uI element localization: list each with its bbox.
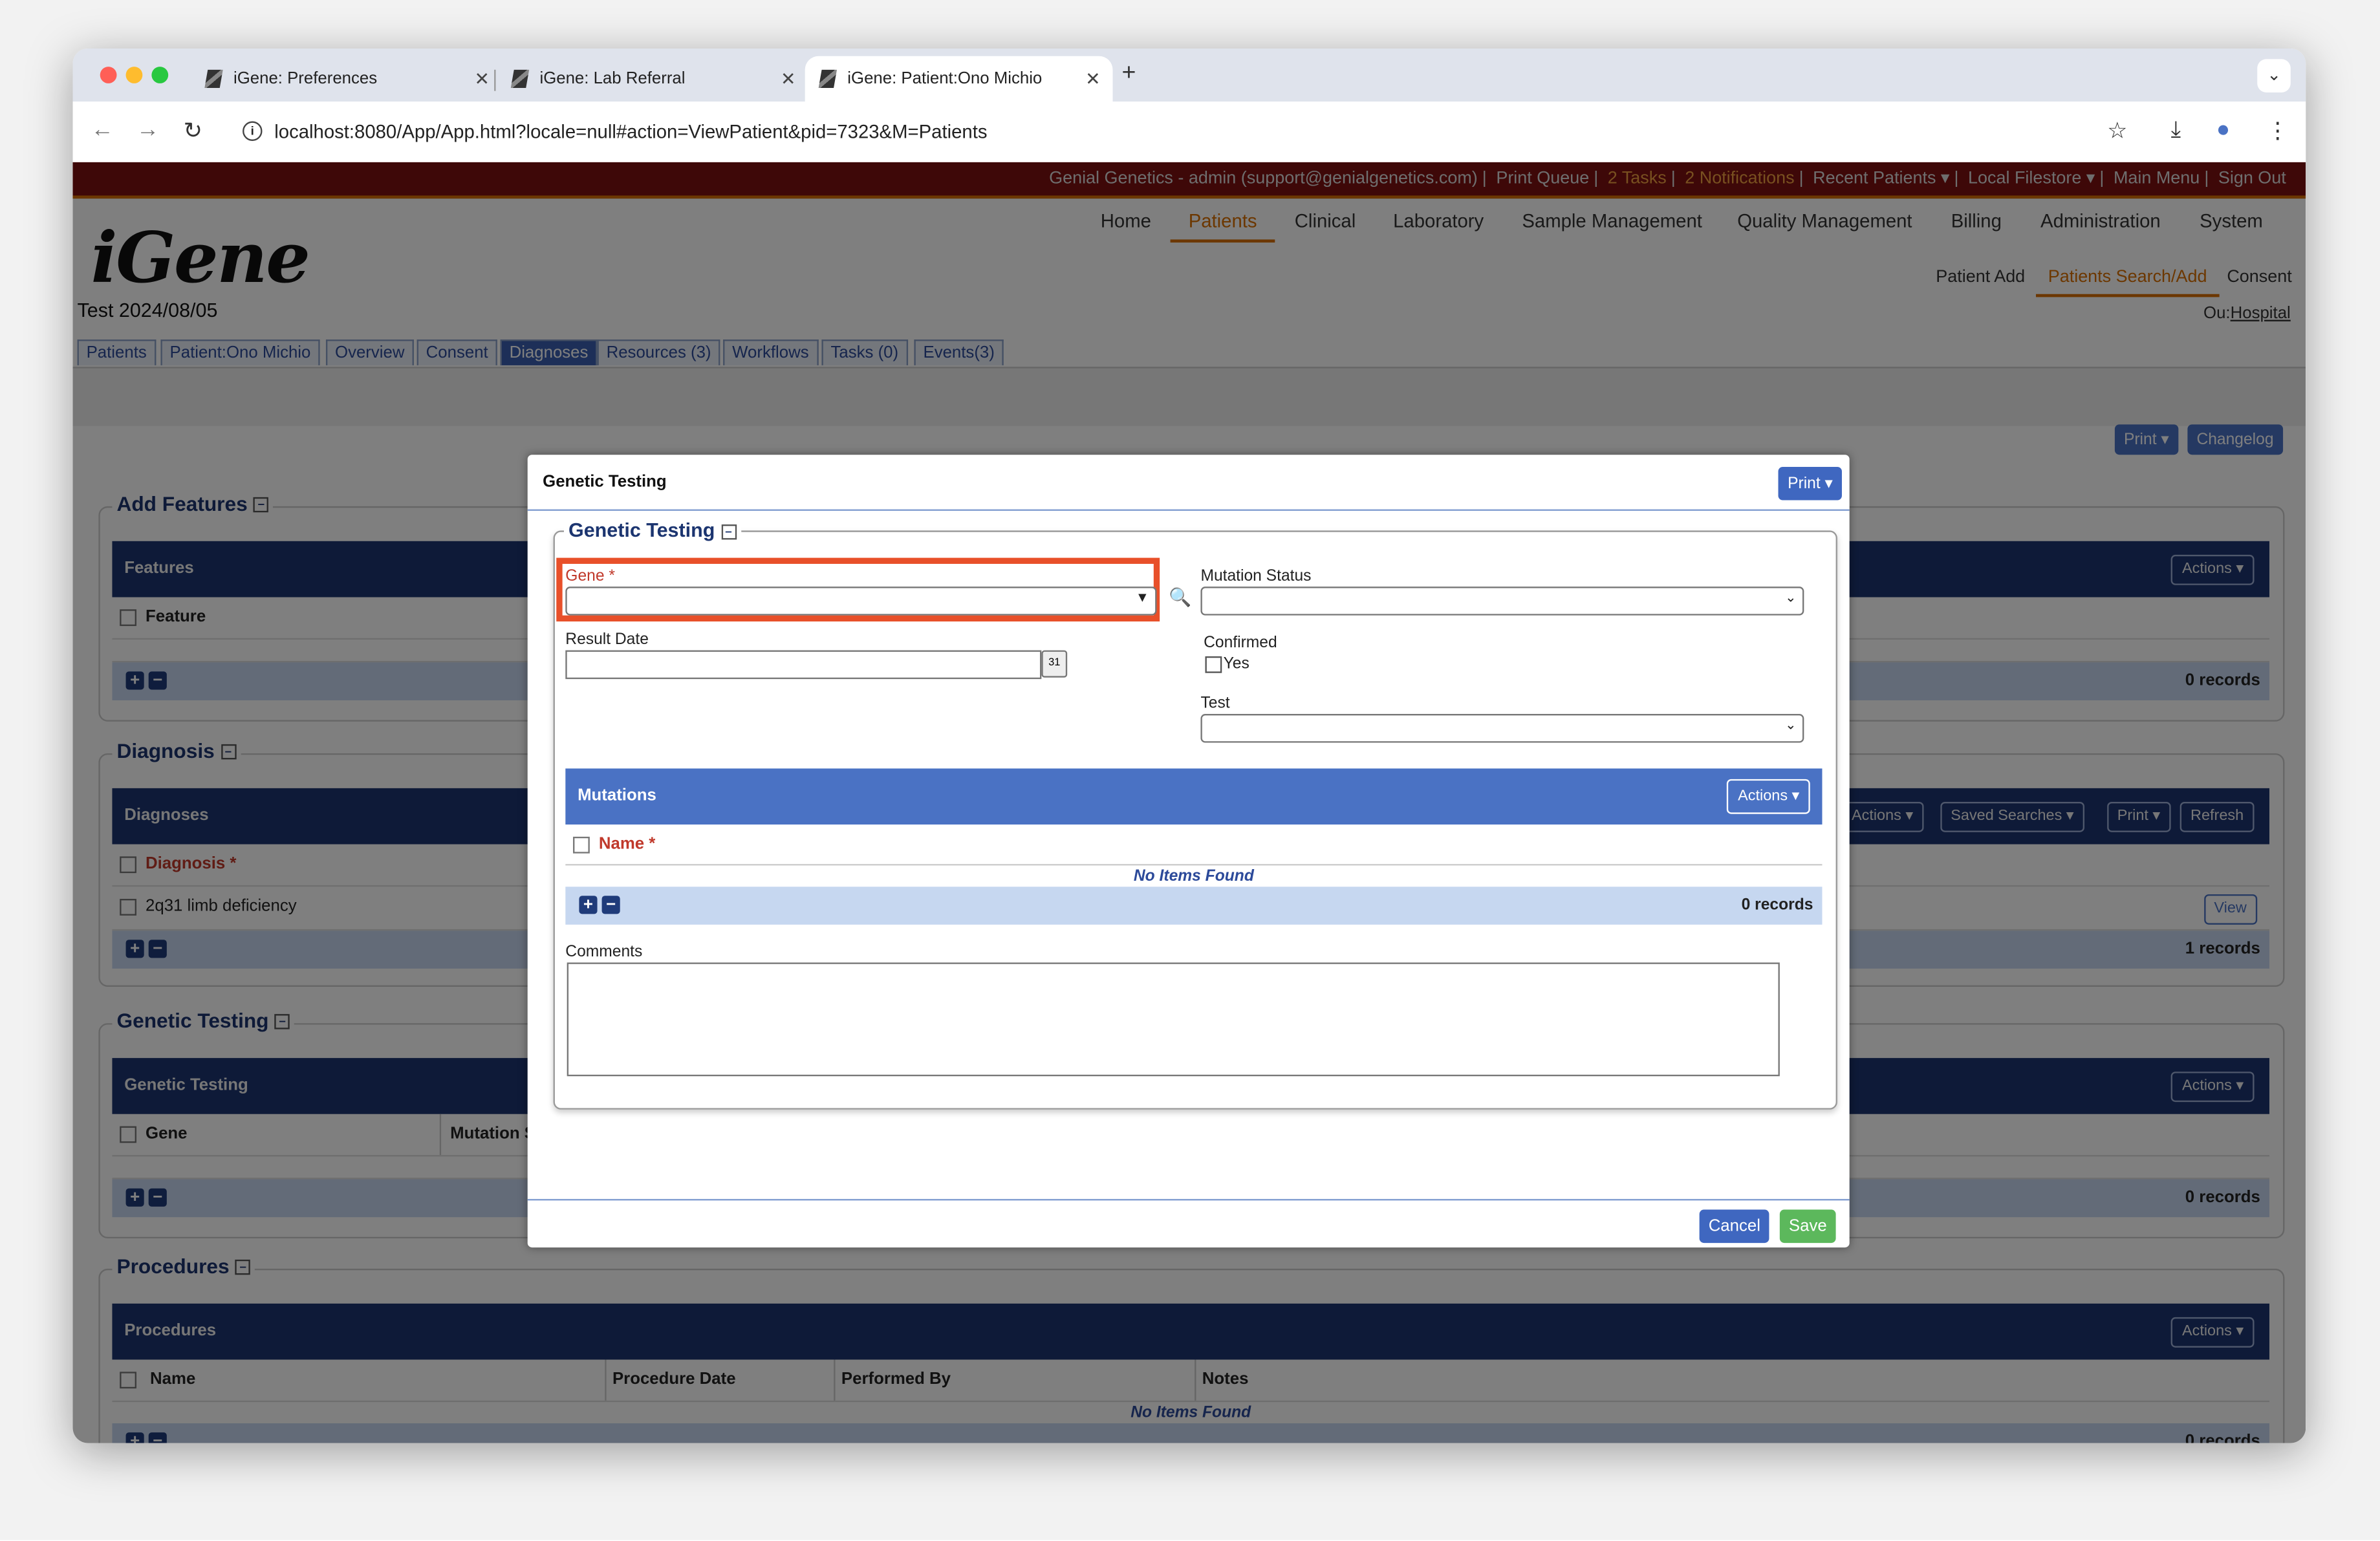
forward-arrow-icon[interactable]: →	[136, 116, 159, 142]
genetic-testing-dialog: Genetic Testing Print ▾ Genetic Testing –…	[527, 455, 1850, 1248]
mutation-status-label: Mutation Status	[1200, 566, 1312, 585]
gene-search-icon[interactable]: 🔍	[1169, 587, 1191, 608]
confirmed-checkbox[interactable]	[1205, 656, 1222, 673]
reload-icon[interactable]: ↻	[184, 116, 202, 144]
calendar-icon[interactable]: 31	[1041, 650, 1068, 678]
mutations-column-header: Name *	[565, 824, 1823, 866]
close-tab-icon[interactable]: ✕	[781, 68, 796, 89]
required-star: *	[609, 566, 615, 585]
comments-label: Comments	[565, 942, 643, 962]
browser-window: iGene: Preferences ✕ iGene: Lab Referral…	[72, 48, 2306, 1443]
minimize-window-dot[interactable]	[125, 67, 143, 83]
igene-favicon-icon	[818, 69, 838, 88]
gene-label-text: Gene	[565, 566, 605, 585]
gene-label: Gene *	[565, 567, 615, 585]
zoom-window-dot[interactable]	[151, 67, 169, 83]
mutations-grid-footer: + − 0 records	[565, 887, 1823, 925]
app-page: Genial Genetics - admin (support@genialg…	[72, 162, 2306, 1443]
result-date-input[interactable]	[565, 650, 1042, 680]
bookmark-star-icon[interactable]: ☆	[2107, 116, 2128, 144]
select-all-checkbox[interactable]	[573, 836, 590, 854]
save-button[interactable]: Save	[1779, 1209, 1836, 1244]
download-icon[interactable]: ⤓	[2171, 116, 2181, 142]
dialog-print-button[interactable]: Print ▾	[1779, 466, 1842, 501]
mutations-grid: Mutations Actions ▾ Name * No Items Found…	[565, 768, 1823, 925]
new-tab-icon[interactable]: +	[1122, 61, 1136, 88]
test-label: Test	[1200, 694, 1230, 713]
site-info-icon[interactable]: i	[243, 121, 263, 141]
tab-separator	[494, 69, 496, 91]
dialog-footer-divider	[527, 1199, 1850, 1201]
chevron-down-icon: ⌄	[1784, 589, 1797, 605]
add-row-icon[interactable]: +	[579, 896, 598, 914]
igene-favicon-icon	[510, 69, 530, 88]
tab-title: iGene: Preferences	[233, 69, 378, 88]
tab-title: iGene: Lab Referral	[539, 69, 686, 88]
address-bar[interactable]: i localhost:8080/App/App.html?locale=nul…	[227, 109, 2168, 155]
mutation-status-select[interactable]: ⌄	[1200, 587, 1804, 616]
fieldset-legend: Genetic Testing –	[563, 518, 741, 541]
cancel-button[interactable]: Cancel	[1699, 1209, 1770, 1244]
browser-tab-lab-referral[interactable]: iGene: Lab Referral ✕	[501, 56, 808, 102]
test-select[interactable]: ⌄	[1200, 714, 1804, 743]
column-name[interactable]: Name *	[599, 824, 655, 864]
remove-row-icon[interactable]: −	[601, 896, 620, 914]
tab-title: iGene: Patient:Ono Michio	[847, 69, 1043, 88]
close-window-dot[interactable]	[100, 67, 117, 83]
mutations-grid-header: Mutations Actions ▾	[565, 768, 1823, 825]
confirmed-label: Confirmed	[1204, 633, 1277, 652]
comments-textarea[interactable]	[567, 962, 1780, 1077]
dialog-title: Genetic Testing	[543, 473, 667, 491]
browser-toolbar: ← → ↻ i localhost:8080/App/App.html?loca…	[72, 102, 2306, 164]
close-tab-icon[interactable]: ✕	[475, 68, 490, 89]
result-date-label: Result Date	[565, 630, 649, 649]
mutations-actions-button[interactable]: Actions ▾	[1727, 779, 1810, 814]
igene-favicon-icon	[204, 69, 223, 88]
close-tab-icon[interactable]: ✕	[1085, 68, 1101, 89]
url-text: localhost:8080/App/App.html?locale=null#…	[274, 121, 988, 143]
browser-menu-icon[interactable]: ⋮	[2266, 116, 2289, 144]
yes-label: Yes	[1223, 654, 1250, 673]
gene-select[interactable]: ▼	[565, 587, 1157, 616]
dropdown-arrow-icon: ▼	[1135, 589, 1149, 605]
grid-title: Mutations	[578, 786, 656, 805]
legend-text: Genetic Testing	[568, 518, 715, 541]
dialog-header-divider	[527, 509, 1850, 511]
chevron-down-icon: ⌄	[1784, 717, 1797, 733]
browser-tab-preferences[interactable]: iGene: Preferences ✕	[191, 56, 502, 102]
profile-avatar-icon[interactable]: ●	[2216, 116, 2230, 142]
browser-tab-patient[interactable]: iGene: Patient:Ono Michio ✕	[805, 56, 1113, 102]
collapse-icon[interactable]: –	[720, 523, 737, 539]
tab-search-chevron-icon[interactable]: ⌄	[2257, 59, 2291, 92]
back-arrow-icon[interactable]: ←	[91, 116, 114, 142]
record-count: 0 records	[1741, 896, 1813, 914]
tab-strip: iGene: Preferences ✕ iGene: Lab Referral…	[72, 48, 2306, 102]
no-items-message: No Items Found	[1133, 867, 1254, 885]
